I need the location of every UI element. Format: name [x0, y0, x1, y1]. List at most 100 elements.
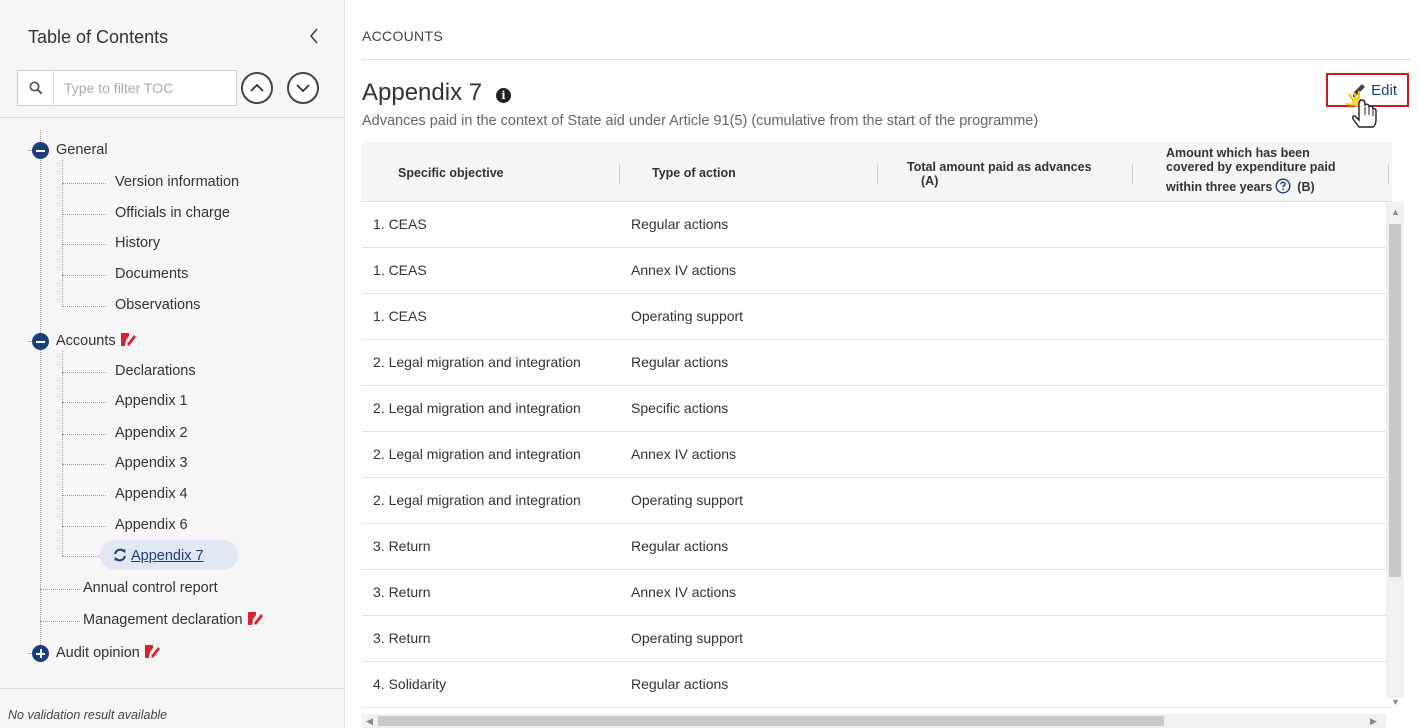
- table-row[interactable]: 2. Legal migration and integration Opera…: [362, 478, 1392, 524]
- table-header: Specific objective Type of action Total …: [362, 142, 1392, 202]
- toc-item-audit-opinion[interactable]: Audit opinion: [56, 644, 161, 661]
- toc-item-officials-in-charge[interactable]: Officials in charge: [115, 205, 230, 221]
- cell-type-of-action: Regular actions: [631, 538, 729, 554]
- toc-item-general[interactable]: General: [56, 142, 108, 158]
- column-header-amount-covered[interactable]: Amount which has been covered by expendi…: [1166, 146, 1336, 194]
- toc-item-annual-control-report[interactable]: Annual control report: [83, 580, 218, 596]
- toc-item-appendix-6[interactable]: Appendix 6: [115, 517, 188, 533]
- table-row[interactable]: 2. Legal migration and integration Speci…: [362, 386, 1392, 432]
- table-row[interactable]: 1. CEAS Annex IV actions: [362, 248, 1392, 294]
- column-header-amount-covered-line2: covered by expenditure paid: [1166, 160, 1336, 174]
- tree-guide: [62, 372, 106, 373]
- table-row[interactable]: 3. Return Regular actions: [362, 524, 1392, 570]
- tree-guide: [62, 526, 106, 527]
- vertical-scrollbar-thumb[interactable]: [1389, 224, 1401, 577]
- tree-guide: [40, 621, 80, 622]
- page-title: Appendix 7: [362, 79, 483, 106]
- table-row[interactable]: 4. Solidarity Regular actions: [362, 662, 1392, 708]
- column-divider: [1132, 164, 1133, 184]
- table-row[interactable]: 2. Legal migration and integration Annex…: [362, 432, 1392, 478]
- previous-item-button[interactable]: [241, 72, 273, 104]
- tree-guide: [62, 275, 106, 276]
- info-icon[interactable]: i: [496, 88, 511, 103]
- cell-specific-objective: 2. Legal migration and integration: [373, 354, 581, 370]
- cell-specific-objective: 2. Legal migration and integration: [373, 446, 581, 462]
- cell-type-of-action: Operating support: [631, 630, 744, 646]
- column-header-type-of-action[interactable]: Type of action: [652, 166, 736, 180]
- scroll-up-arrow-icon[interactable]: ▲: [1391, 207, 1400, 217]
- table-row[interactable]: 1. CEAS Regular actions: [362, 202, 1392, 248]
- toc-item-version-information[interactable]: Version information: [115, 174, 239, 190]
- toc-item-management-declaration-label: Management declaration: [83, 612, 243, 628]
- cell-type-of-action: Annex IV actions: [631, 446, 737, 462]
- tree-guide: [62, 464, 106, 465]
- chevron-down-icon: [296, 84, 310, 93]
- collapse-general-toggle[interactable]: [32, 142, 49, 159]
- toc-title: Table of Contents: [28, 27, 169, 47]
- toc-item-appendix-3[interactable]: Appendix 3: [115, 455, 188, 471]
- cell-type-of-action: Specific actions: [631, 400, 729, 416]
- table-row[interactable]: 1. CEAS Operating support: [362, 294, 1392, 340]
- toc-item-observations[interactable]: Observations: [115, 297, 200, 313]
- cell-type-of-action: Regular actions: [631, 676, 729, 692]
- tree-guide: [62, 434, 106, 435]
- cell-type-of-action: Operating support: [631, 308, 744, 324]
- tree-guide: [40, 130, 41, 653]
- horizontal-scrollbar-thumb[interactable]: [378, 716, 1164, 726]
- table-row[interactable]: 2. Legal migration and integration Regul…: [362, 340, 1392, 386]
- edit-flag-icon: [247, 612, 263, 625]
- toc-item-appendix-7[interactable]: Appendix 7: [113, 548, 204, 564]
- tree-guide: [62, 306, 106, 307]
- column-header-total-amount[interactable]: Total amount paid as advances (A): [907, 160, 1092, 188]
- cell-type-of-action: Regular actions: [631, 354, 729, 370]
- next-item-button[interactable]: [287, 72, 319, 104]
- cell-specific-objective: 4. Solidarity: [373, 676, 447, 692]
- table-row[interactable]: 3. Return Operating support: [362, 616, 1392, 662]
- tree-guide: [62, 214, 106, 215]
- cell-specific-objective: 3. Return: [373, 630, 431, 646]
- edit-flag-icon: [120, 333, 136, 346]
- toc-item-declarations[interactable]: Declarations: [115, 363, 196, 379]
- toc-filter: [17, 70, 237, 106]
- column-header-specific-objective[interactable]: Specific objective: [398, 166, 504, 180]
- cell-type-of-action: Operating support: [631, 492, 744, 508]
- collapse-accounts-toggle[interactable]: [32, 333, 49, 350]
- expand-audit-opinion-toggle[interactable]: [32, 645, 49, 662]
- tree-guide: [62, 402, 106, 403]
- column-header-amount-covered-line1: Amount which has been: [1166, 146, 1310, 160]
- divider: [0, 688, 345, 689]
- cell-specific-objective: 3. Return: [373, 538, 431, 554]
- cell-type-of-action: Regular actions: [631, 216, 729, 232]
- toc-item-management-declaration[interactable]: Management declaration: [83, 611, 264, 628]
- appendix-7-table: Specific objective Type of action Total …: [362, 142, 1407, 713]
- column-header-total-amount-line1: Total amount paid as advances: [907, 160, 1092, 174]
- column-header-total-amount-line2: (A): [921, 174, 939, 188]
- toc-item-appendix-7-label: Appendix 7: [131, 548, 204, 564]
- toc-item-appendix-2[interactable]: Appendix 2: [115, 425, 188, 441]
- toc-filter-input[interactable]: [54, 72, 236, 104]
- toc-item-appendix-4[interactable]: Appendix 4: [115, 486, 188, 502]
- search-icon: [18, 71, 54, 105]
- column-divider: [619, 164, 620, 184]
- scroll-left-arrow-icon[interactable]: ◀: [366, 716, 373, 727]
- toc-item-history[interactable]: History: [115, 235, 160, 251]
- chevron-up-icon: [250, 83, 264, 92]
- page-subtitle: Advances paid in the context of State ai…: [362, 113, 1039, 129]
- scroll-down-arrow-icon[interactable]: ▼: [1391, 697, 1400, 707]
- toc-sidebar: Table of Contents General Version inform…: [0, 0, 345, 728]
- column-divider: [1388, 164, 1389, 184]
- column-divider: [877, 164, 878, 184]
- collapse-toc-button[interactable]: [304, 24, 324, 48]
- tree-guide: [62, 495, 106, 496]
- toc-item-documents[interactable]: Documents: [115, 266, 188, 282]
- column-header-amount-covered-line3: within three years: [1166, 180, 1273, 194]
- table-row[interactable]: 3. Return Annex IV actions: [362, 570, 1392, 616]
- tree-guide: [40, 589, 80, 590]
- toc-item-appendix-1[interactable]: Appendix 1: [115, 393, 188, 409]
- scroll-right-arrow-icon[interactable]: ▶: [1370, 716, 1377, 727]
- help-icon[interactable]: [1275, 178, 1291, 194]
- toc-item-accounts[interactable]: Accounts: [56, 332, 137, 349]
- tree-guide: [62, 183, 106, 184]
- breadcrumb[interactable]: ACCOUNTS: [362, 28, 443, 44]
- tree-guide: [62, 244, 106, 245]
